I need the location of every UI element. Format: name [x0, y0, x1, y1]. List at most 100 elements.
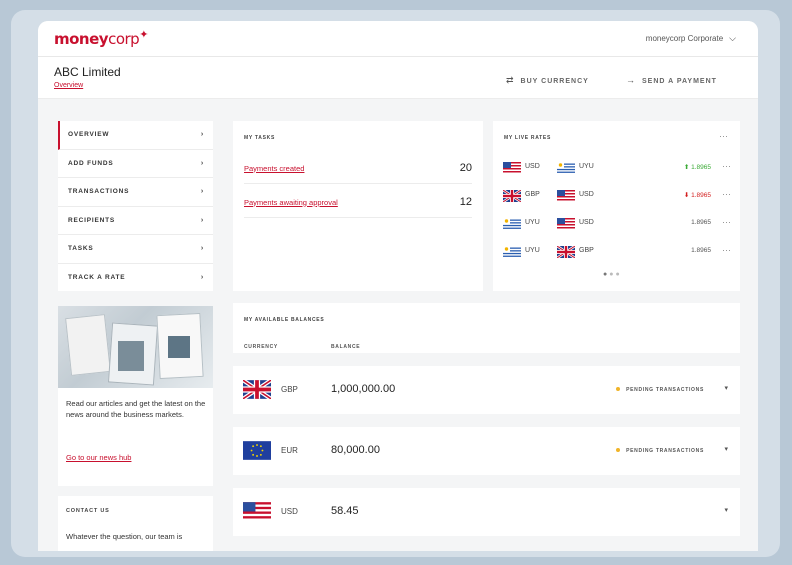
rate-row: UYU GBP 1.8965 ···: [503, 243, 733, 261]
news-card: Read our articles and get the latest on …: [58, 306, 213, 486]
balances-title: MY AVAILABLE BALANCES: [244, 317, 325, 323]
available-balances-card: MY AVAILABLE BALANCES CURRENCY BALANCE G…: [233, 303, 740, 551]
balance-amount: 1,000,000.00: [331, 383, 396, 395]
divider: [244, 183, 472, 184]
balance-row-gbp[interactable]: GBP 1,000,000.00 PENDING TRANSACTIONS ▾: [233, 366, 740, 414]
balances-header: MY AVAILABLE BALANCES CURRENCY BALANCE: [233, 303, 740, 353]
usa-flag-icon: [557, 190, 575, 202]
chevron-right-icon: ›: [200, 274, 204, 282]
chevron-down-icon: ⌵: [729, 33, 736, 43]
company-name: ABC Limited: [54, 65, 121, 79]
pending-dot-icon: [616, 387, 621, 391]
send-payment-button[interactable]: → SEND A PAYMENT: [626, 75, 717, 85]
task-link-payments-awaiting-approval[interactable]: Payments awaiting approval: [244, 198, 338, 207]
sidebar-item-tasks[interactable]: TASKS ›: [58, 235, 213, 264]
rate-value: ⬆ 1.8965: [683, 164, 711, 171]
balance-row-usd[interactable]: USD 58.45 ▾: [233, 488, 740, 536]
rate-more-options-icon[interactable]: ···: [722, 245, 731, 255]
chevron-right-icon: ›: [200, 131, 204, 139]
app-screen: moneycorp✦ moneycorp Corporate ⌵ ABC Limi…: [38, 21, 758, 551]
rate-from-currency: UYU: [525, 247, 540, 254]
rate-more-options-icon[interactable]: ···: [722, 189, 731, 199]
page-header: ABC Limited Overview ⇄ BUY CURRENCY → SEND…: [38, 57, 758, 99]
rate-to-currency: USD: [579, 219, 594, 226]
sidebar-item-add-funds[interactable]: ADD FUNDS ›: [58, 150, 213, 178]
chevron-right-icon: ›: [200, 159, 204, 167]
breadcrumb-overview[interactable]: Overview: [54, 82, 83, 89]
rate-more-options-icon[interactable]: ···: [722, 161, 731, 171]
contact-title: CONTACT US: [66, 508, 110, 514]
task-row: Payments created 20: [244, 162, 472, 174]
top-bar: moneycorp✦ moneycorp Corporate ⌵: [38, 21, 758, 57]
arrow-right-icon: →: [626, 75, 636, 85]
account-switcher[interactable]: moneycorp Corporate ⌵: [646, 33, 736, 44]
buy-currency-button[interactable]: ⇄ BUY CURRENCY: [506, 75, 589, 86]
chevron-down-icon[interactable]: ▾: [724, 506, 728, 514]
pending-transactions-badge[interactable]: PENDING TRANSACTIONS: [616, 387, 704, 393]
uk-flag-icon: [557, 246, 575, 258]
chevron-right-icon: ›: [200, 216, 204, 224]
usa-flag-icon: [557, 218, 575, 230]
usa-flag-icon: [243, 502, 271, 521]
news-text: Read our articles and get the latest on …: [66, 399, 206, 419]
rate-value: ⬇ 1.8965: [683, 192, 711, 199]
rate-to-currency: UYU: [579, 163, 594, 170]
task-count: 12: [459, 196, 472, 208]
swap-arrows-icon: ⇄: [506, 75, 515, 85]
pending-dot-icon: [616, 448, 621, 452]
account-name: moneycorp Corporate: [645, 34, 724, 43]
sidebar-item-recipients[interactable]: RECIPIENTS ›: [58, 207, 213, 235]
uk-flag-icon: [503, 190, 521, 202]
news-hub-link[interactable]: Go to our news hub: [66, 453, 131, 462]
chevron-down-icon[interactable]: ▾: [724, 384, 728, 392]
balance-amount: 58.45: [331, 505, 359, 517]
rates-title: MY LIVE RATES: [504, 135, 551, 141]
rate-value: 1.8965: [691, 247, 711, 254]
more-options-icon[interactable]: ···: [719, 131, 728, 141]
balance-currency: EUR: [281, 446, 298, 455]
rate-from-currency: GBP: [525, 191, 540, 198]
live-rates-card: MY LIVE RATES ··· USD UYU ⬆ 1.8965 ··· G…: [493, 121, 740, 291]
rate-to-currency: GBP: [579, 247, 594, 254]
sidebar-item-transactions[interactable]: TRANSACTIONS ›: [58, 178, 213, 207]
contact-text: Whatever the question, our team is: [66, 532, 183, 541]
rate-row: USD UYU ⬆ 1.8965 ···: [503, 159, 733, 177]
task-link-payments-created[interactable]: Payments created: [244, 164, 304, 173]
trend-down-icon: ⬇: [683, 192, 690, 199]
tasks-title: MY TASKS: [244, 135, 275, 141]
logo-star-icon: ✦: [139, 28, 148, 41]
rate-value: 1.8965: [691, 219, 711, 226]
balance-currency: GBP: [281, 385, 298, 394]
column-header-balance: BALANCE: [331, 344, 361, 350]
chevron-right-icon: ›: [200, 188, 204, 196]
task-row: Payments awaiting approval 12: [244, 196, 472, 208]
my-tasks-card: MY TASKS Payments created 20 Payments aw…: [233, 121, 483, 291]
chevron-right-icon: ›: [200, 245, 204, 253]
rate-row: UYU USD 1.8965 ···: [503, 215, 733, 233]
eu-flag-icon: [243, 441, 271, 460]
sidebar-item-overview[interactable]: OVERVIEW ›: [58, 121, 213, 150]
divider: [244, 217, 472, 218]
rates-pager[interactable]: ●●●: [603, 271, 622, 278]
rate-from-currency: UYU: [525, 219, 540, 226]
usa-flag-icon: [503, 162, 521, 174]
balance-currency: USD: [281, 507, 298, 516]
rate-to-currency: USD: [579, 191, 594, 198]
task-count: 20: [459, 162, 472, 174]
uruguay-flag-icon: [503, 246, 521, 258]
sidebar-nav: OVERVIEW › ADD FUNDS › TRANSACTIONS › RECIP…: [58, 121, 213, 291]
rate-from-currency: USD: [525, 163, 540, 170]
rate-row: GBP USD ⬇ 1.8965 ···: [503, 187, 733, 205]
uk-flag-icon: [243, 380, 271, 399]
chevron-down-icon[interactable]: ▾: [724, 445, 728, 453]
uruguay-flag-icon: [503, 218, 521, 230]
rate-more-options-icon[interactable]: ···: [722, 217, 731, 227]
column-header-currency: CURRENCY: [244, 344, 278, 350]
uruguay-flag-icon: [557, 162, 575, 174]
sidebar-item-track-a-rate[interactable]: TRACK A RATE ›: [58, 264, 213, 293]
moneycorp-logo[interactable]: moneycorp✦: [54, 28, 148, 48]
balance-amount: 80,000.00: [331, 444, 380, 456]
pending-transactions-badge[interactable]: PENDING TRANSACTIONS: [616, 448, 704, 454]
trend-up-icon: ⬆: [683, 164, 690, 171]
balance-row-eur[interactable]: EUR 80,000.00 PENDING TRANSACTIONS ▾: [233, 427, 740, 475]
